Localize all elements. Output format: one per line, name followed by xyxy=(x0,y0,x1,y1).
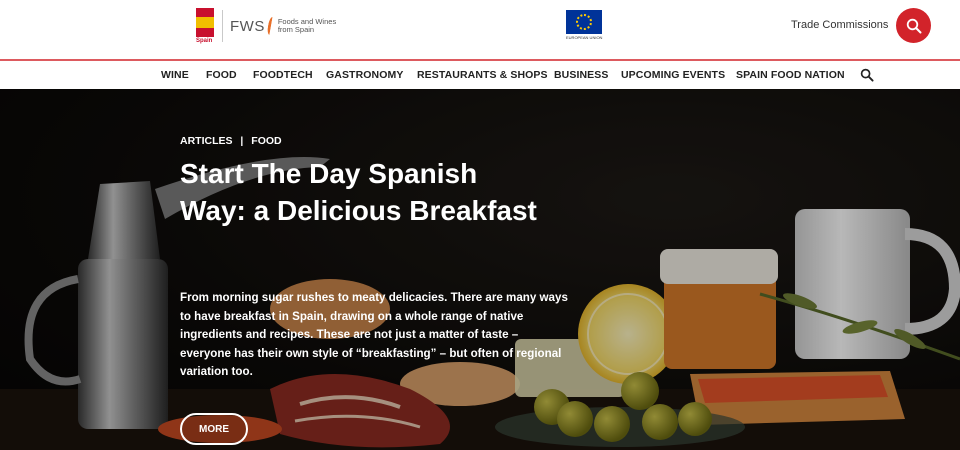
fws-swirl-icon xyxy=(266,16,276,36)
flag-stripe-bottom xyxy=(196,28,214,37)
nav-item-wine[interactable]: WINE xyxy=(161,69,189,81)
search-icon xyxy=(906,18,921,33)
eu-flag-icon xyxy=(566,10,602,34)
breadcrumb-separator: | xyxy=(240,135,244,147)
nav-item-business[interactable]: BUSINESS xyxy=(554,69,608,81)
nav-search-icon[interactable] xyxy=(860,68,874,82)
trade-commissions-link[interactable]: Trade Commissions xyxy=(791,19,888,31)
breadcrumb: ARTICLES | FOOD xyxy=(180,135,282,147)
breakfast-photo xyxy=(0,89,960,450)
nav-item-spain-food-nation[interactable]: SPAIN FOOD NATION xyxy=(736,69,845,81)
fws-logo-tagline: Foods and Wines from Spain xyxy=(277,17,337,34)
breadcrumb-food[interactable]: FOOD xyxy=(251,135,281,147)
article-title[interactable]: Start The Day Spanish Way: a Delicious B… xyxy=(180,155,540,229)
fws-logo-letters: FWS xyxy=(230,17,265,35)
eu-stars-icon xyxy=(576,14,592,30)
article-description: From morning sugar rushes to meaty delic… xyxy=(180,291,568,378)
flag-stripe-top xyxy=(196,8,214,17)
nav-item-foodtech[interactable]: FOODTECH xyxy=(253,69,313,81)
eu-logo-caption: EUROPEAN UNION xyxy=(566,35,603,40)
logo-divider xyxy=(222,10,223,42)
main-nav: WINE FOOD FOODTECH GASTRONOMY RESTAURANT… xyxy=(0,61,960,89)
fws-logo[interactable]: FWS Foods and Wines from Spain xyxy=(230,14,340,38)
flag-stripe-middle xyxy=(196,17,214,28)
eu-logo: EUROPEAN UNION xyxy=(566,10,602,40)
spain-logo[interactable]: Spain xyxy=(196,8,218,46)
nav-item-gastronomy[interactable]: GASTRONOMY xyxy=(326,69,403,81)
more-button[interactable]: MORE xyxy=(180,413,248,445)
nav-item-upcoming-events[interactable]: UPCOMING EVENTS xyxy=(621,69,725,81)
spain-logo-caption: Spain xyxy=(196,38,213,44)
site-header: Spain FWS Foods and Wines from Spain EUR… xyxy=(0,0,960,58)
breadcrumb-articles[interactable]: ARTICLES xyxy=(180,135,233,147)
nav-item-restaurants-shops[interactable]: RESTAURANTS & SHOPS xyxy=(417,69,548,81)
hero-banner xyxy=(0,89,960,450)
header-search-button[interactable] xyxy=(896,8,931,43)
nav-item-food[interactable]: FOOD xyxy=(206,69,237,81)
